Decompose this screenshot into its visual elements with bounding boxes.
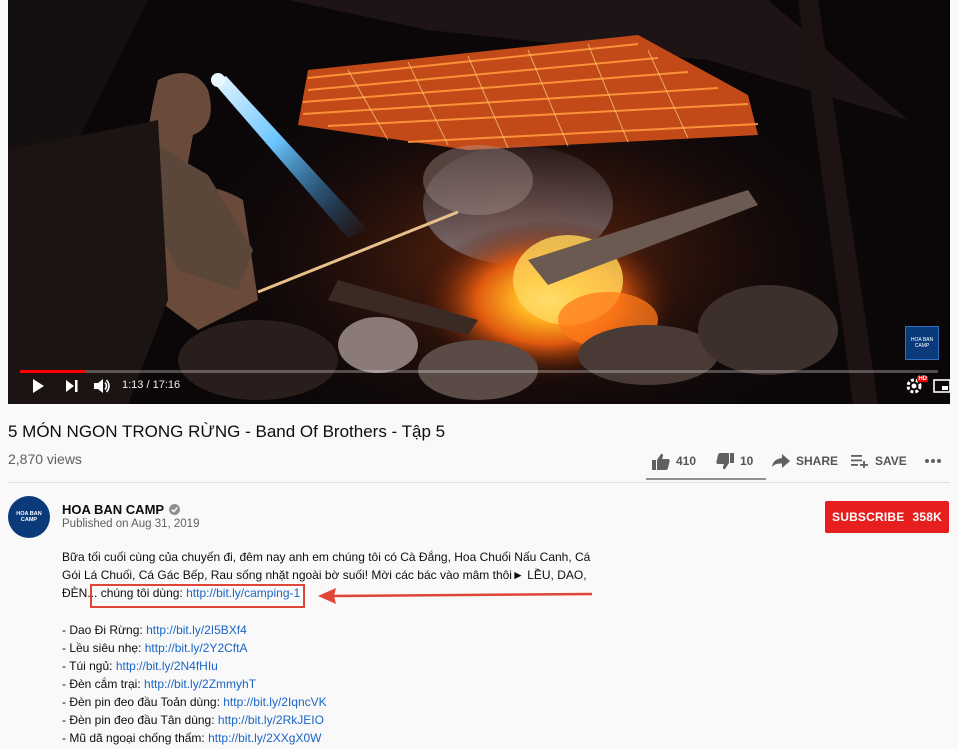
share-label: SHARE	[796, 454, 839, 468]
channel-watermark[interactable]: HOA BAN CAMP	[905, 326, 939, 360]
view-count: 2,870 views	[8, 451, 82, 467]
sentiment-bar	[646, 478, 766, 480]
subscribe-button[interactable]: SUBSCRIBE 358K	[825, 501, 949, 533]
gear-link-label: - Lều siêu nhẹ:	[62, 641, 145, 655]
channel-name[interactable]: HOA BAN CAMP	[62, 502, 181, 517]
miniplayer-icon	[933, 379, 950, 393]
gear-link[interactable]: http://bit.ly/2I5BXf4	[146, 623, 247, 637]
miniplayer-button[interactable]	[930, 374, 950, 398]
gear-link-item: - Mũ dã ngoại chống thấm: http://bit.ly/…	[62, 729, 327, 747]
subscriber-count: 358K	[912, 510, 942, 524]
more-actions-button[interactable]	[924, 450, 942, 472]
gear-link-label: - Mũ dã ngoại chống thấm:	[62, 731, 209, 745]
play-icon	[33, 379, 44, 393]
play-button[interactable]	[26, 374, 50, 398]
gear-link[interactable]: http://bit.ly/2N4fHIu	[116, 659, 218, 673]
verified-check-icon	[169, 504, 181, 515]
gear-link-item: - Đèn cắm trại: http://bit.ly/2ZmmyhT	[62, 675, 327, 693]
highlight-annotation-box	[90, 584, 305, 608]
save-label: SAVE	[875, 454, 907, 468]
more-horizontal-icon	[925, 459, 941, 463]
next-icon	[66, 380, 78, 392]
gear-link[interactable]: http://bit.ly/2RkJEIO	[218, 713, 324, 727]
gear-link[interactable]: http://bit.ly/2IqncVK	[223, 695, 326, 709]
like-count: 410	[676, 454, 697, 468]
save-button[interactable]: SAVE	[851, 450, 907, 472]
watermark-label: HOA BAN CAMP	[910, 337, 934, 349]
share-button[interactable]: SHARE	[772, 450, 838, 472]
gear-link-label: - Túi ngủ:	[62, 659, 116, 673]
next-button[interactable]	[60, 374, 84, 398]
arrow-left-icon	[318, 588, 593, 604]
time-separator: /	[146, 379, 150, 391]
thumbs-down-icon	[716, 452, 734, 469]
subscribe-label: SUBSCRIBE	[832, 510, 905, 524]
share-icon	[772, 454, 790, 468]
gear-link-item: - Dao Đi Rừng: http://bit.ly/2I5BXf4	[62, 621, 327, 639]
channel-avatar[interactable]: HOA BAN CAMP	[8, 496, 50, 538]
volume-button[interactable]	[90, 374, 114, 398]
gear-link[interactable]: http://bit.ly/2Y2CftA	[145, 641, 248, 655]
player-controls: 1:13 / 17:16 HD	[8, 368, 950, 404]
like-button[interactable]: 410	[652, 450, 696, 472]
dislike-button[interactable]: 10	[716, 450, 753, 472]
gear-link-item: - Đèn pin đeo đầu Toản dùng: http://bit.…	[62, 693, 327, 711]
gear-link-item: - Lều siêu nhẹ: http://bit.ly/2Y2CftA	[62, 639, 327, 657]
gear-link-label: - Dao Đi Rừng:	[62, 623, 147, 637]
channel-name-text: HOA BAN CAMP	[62, 502, 165, 517]
gear-link-item: - Đèn pin đeo đầu Tân dùng: http://bit.l…	[62, 711, 327, 729]
volume-icon	[94, 379, 110, 393]
dislike-count: 10	[740, 454, 754, 468]
playlist-add-icon	[851, 455, 868, 468]
avatar-label: HOA BAN CAMP	[16, 511, 42, 523]
publish-date: Published on Aug 31, 2019	[62, 518, 200, 530]
thumbs-up-icon	[652, 453, 670, 470]
gear-link-label: - Đèn pin đeo đầu Tân dùng:	[62, 713, 218, 727]
gear-link-label: - Đèn cắm trại:	[62, 677, 145, 691]
gear-link[interactable]: http://bit.ly/2ZmmyhT	[144, 677, 256, 691]
video-player[interactable]: HOA BAN CAMP 1:13 / 17:16 HD	[8, 0, 950, 404]
video-title: 5 MÓN NGON TRONG RỪNG - Band Of Brothers…	[8, 422, 446, 441]
divider	[8, 482, 950, 483]
gear-link-list: - Dao Đi Rừng: http://bit.ly/2I5BXf4- Lề…	[62, 621, 327, 747]
gear-link-label: - Đèn pin đeo đầu Toản dùng:	[62, 695, 224, 709]
gear-link-item: - Túi ngủ: http://bit.ly/2N4fHIu	[62, 657, 327, 675]
time-display: 1:13 / 17:16	[122, 379, 180, 391]
time-current: 1:13	[122, 379, 144, 391]
gear-link[interactable]: http://bit.ly/2XXgX0W	[208, 731, 321, 745]
settings-button[interactable]: HD	[902, 374, 928, 398]
video-frame[interactable]	[8, 0, 950, 404]
description-line: Gói Lá Chuối, Cá Gác Bếp, Rau sống nhặt …	[62, 568, 587, 582]
description-line: Bữa tối cuối cùng của chuyến đi, đêm nay…	[62, 550, 591, 564]
hd-badge: HD	[917, 376, 928, 382]
time-total: 17:16	[152, 379, 181, 391]
